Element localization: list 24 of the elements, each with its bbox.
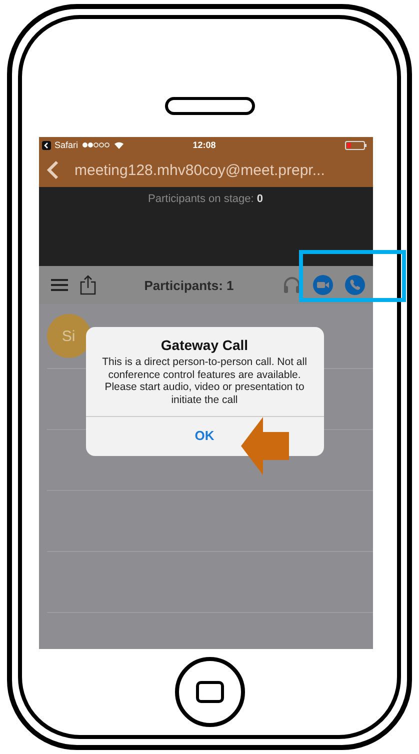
stage-count-text: Participants on stage: 0	[148, 193, 263, 207]
menu-button[interactable]	[50, 279, 68, 291]
participants-count-title: Participants: 1	[143, 278, 235, 292]
clock-time: 12:08	[192, 140, 217, 150]
phone-icon	[344, 275, 364, 295]
wifi-icon	[114, 141, 124, 149]
back-button[interactable]	[46, 160, 58, 180]
battery-icon	[344, 140, 366, 150]
dialog-message: This is a direct person-to-person call. Not all conference control features are available. Please start audio, video or presentation to initiate the call	[101, 355, 308, 408]
back-app-label: Safari	[54, 140, 78, 150]
avatar-initials: Si	[46, 314, 90, 358]
dialog-title: Gateway Call	[160, 336, 250, 353]
video-camera-icon	[312, 275, 332, 295]
back-app-icon[interactable]	[42, 140, 50, 150]
meeting-title: meeting128.mhv80coy@meet.prepr...	[74, 162, 325, 178]
chevron-left-icon	[46, 160, 58, 180]
audio-button[interactable]	[282, 276, 300, 294]
arrow-icon	[240, 417, 288, 475]
share-button[interactable]	[80, 275, 96, 295]
headset-icon	[282, 276, 300, 294]
share-icon	[80, 275, 96, 295]
signal-strength-icon	[82, 142, 110, 148]
home-button[interactable]	[174, 657, 244, 727]
menu-icon	[50, 279, 68, 291]
